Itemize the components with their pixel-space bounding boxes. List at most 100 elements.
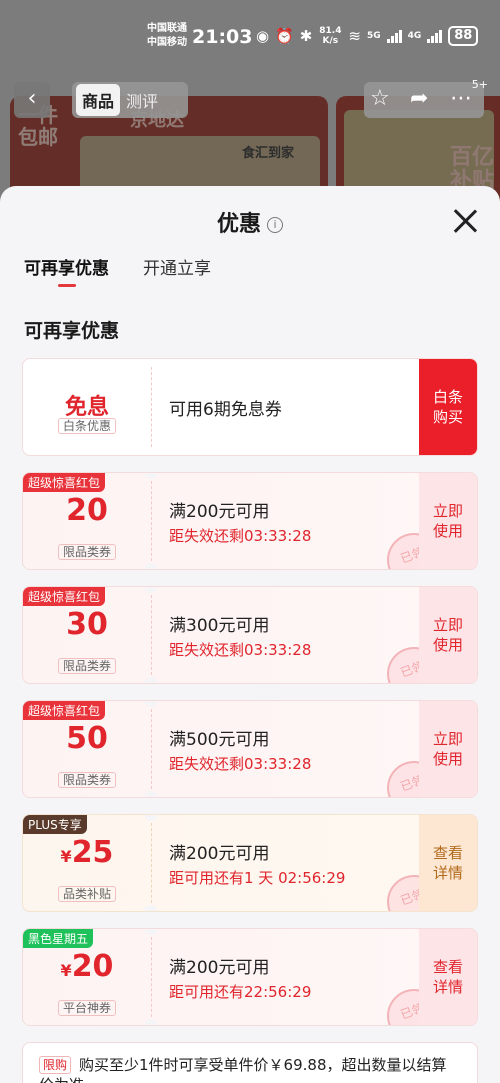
tab-available-discounts[interactable]: 可再享优惠 [24,254,109,287]
coupon-divider [151,595,152,675]
coupon-amount: ¥20 [23,949,151,984]
coupon-timer: 距失效还剩03:33:28 [169,755,312,773]
use-now-button[interactable]: 立即 使用 [419,473,477,569]
carrier-2: 中国移动 [147,37,187,48]
coupon-notch [144,815,158,821]
coupon-condition: 满200元可用 [169,958,270,978]
tab-review[interactable]: 测评 [120,84,164,116]
coupon-tag: 黑色星期五 [23,929,94,948]
coupon-notch [144,563,158,569]
coupon-amount: 30 [66,607,108,642]
coupon-condition: 满200元可用 [169,502,270,522]
message-badge: 5+ [471,78,488,91]
top-actions: ☆ ➦ ⋯ 5+ [364,78,488,118]
coupon-tag: 超级惊喜红包 [23,473,106,492]
clock: 21:03 [192,26,253,48]
view-details-button[interactable]: 查看 详情 [419,815,477,911]
tab-goods[interactable]: 商品 [76,84,121,116]
coupon-notch [144,929,158,935]
coupon-notch [144,701,158,707]
coupon-sub-label: 限品类券 [57,658,116,674]
coupon-card-black-friday[interactable]: 黑色星期五 ¥20 平台神券 满200元可用 距可用还有22:56:29 已领 … [22,928,478,1026]
back-button[interactable]: ‹ [14,82,50,118]
coupon-condition: 满500元可用 [169,730,270,750]
sheet-title: 优惠 i [0,206,500,238]
status-bar: 中国联通 中国移动 21:03 ◉ ⏰ ✱ 81.4 K/s ≋ 5G 4G 8… [0,18,500,58]
limit-text: 购买至少1件时可享受单件价￥69.88，超出数量以结算价为准 [39,1056,447,1083]
coupon-notch [144,1019,158,1025]
coupon-notch [144,473,158,479]
coupon-condition: 可用6期免息券 [169,400,282,420]
purchase-limit-notice: 限购购买至少1件时可享受单件价￥69.88，超出数量以结算价为准 [22,1042,478,1083]
signal-icon-2 [427,29,443,43]
sheet-tabs: 可再享优惠 开通立享 [24,254,211,287]
net-label-4g: 4G [407,31,422,41]
star-icon[interactable]: ☆ [370,86,390,111]
more-icon[interactable]: ⋯ [450,86,472,111]
coupon-amount-value: 25 [71,835,114,870]
coupon-sub: 限品类券 [23,769,151,788]
status-icons: ◉ ⏰ ✱ 81.4 K/s ≋ 5G 4G 88 [256,26,479,46]
coupon-sub: 白条优惠 [23,415,151,434]
tab-activate-to-enjoy[interactable]: 开通立享 [143,254,211,279]
info-icon[interactable]: i [267,217,283,233]
coupon-timer: 距可用还有22:56:29 [169,983,312,1001]
coupon-divider [151,823,152,903]
wifi-icon: ≋ [348,27,361,45]
coupon-tag: 超级惊喜红包 [23,701,106,720]
coupon-tag: 超级惊喜红包 [23,587,106,606]
coupon-amount-value: 20 [71,949,114,984]
coupon-sub-label: 平台神券 [57,1000,116,1016]
eye-icon: ◉ [256,27,270,45]
chevron-left-icon: ‹ [27,86,37,111]
coupon-divider [151,709,152,789]
coupon-condition: 满200元可用 [169,844,270,864]
coupon-amount: 50 [66,721,108,756]
use-now-button[interactable]: 立即 使用 [419,587,477,683]
signal-icon-1 [386,29,402,43]
coupon-divider [151,481,152,561]
coupon-sub: 品类补贴 [23,883,151,902]
carrier-1: 中国联通 [147,23,187,34]
currency-symbol: ¥ [60,961,72,980]
coupon-card[interactable]: 超级惊喜红包 50 限品类券 满500元可用 距失效还剩03:33:28 已领 … [22,700,478,798]
alarm-icon: ⏰ [275,27,294,45]
coupon-notch [144,905,158,911]
discount-sheet: 优惠 i 可再享优惠 开通立享 可再享优惠 免息 白条优惠 可用6期免息券 白条 … [0,186,500,1083]
coupon-notch [144,677,158,683]
view-details-button[interactable]: 查看 详情 [419,929,477,1025]
coupon-sub-label: 限品类券 [57,772,116,788]
coupon-sub-label: 品类补贴 [57,886,116,902]
coupon-notch [144,587,158,593]
limit-tag: 限购 [39,1056,72,1074]
coupon-notch [144,791,158,797]
coupon-sub: 限品类券 [23,655,151,674]
coupon-amount: 20 [66,493,108,528]
coupon-sub: 平台神券 [23,997,151,1016]
close-icon[interactable] [450,206,480,236]
coupon-timer: 距可用还有1 天 02:56:29 [169,869,346,887]
coupon-timer: 距失效还剩03:33:28 [169,641,312,659]
sheet-title-text: 优惠 [216,212,261,237]
coupon-divider [151,367,152,447]
net-speed: 81.4 K/s [319,26,342,46]
coupon-left: 免息 白条优惠 [23,359,151,455]
battery-icon: 88 [448,26,479,46]
coupon-timer: 距失效还剩03:33:28 [169,527,312,545]
coupon-divider [151,937,152,1017]
bluetooth-icon: ✱ [299,27,313,45]
share-icon[interactable]: ➦ [410,86,428,111]
coupon-card-interest-free[interactable]: 免息 白条优惠 可用6期免息券 白条 购买 [22,358,478,456]
coupon-sub: 限品类券 [23,541,151,560]
coupon-card-plus[interactable]: PLUS专享 ¥25 品类补贴 满200元可用 距可用还有1 天 02:56:2… [22,814,478,912]
carrier-names: 中国联通 中国移动 [147,22,187,50]
baitiao-buy-button[interactable]: 白条 购买 [419,359,477,455]
coupon-sub-label: 白条优惠 [57,418,116,434]
coupon-amount: ¥25 [23,835,151,870]
product-tabs: 商品 测评 [72,82,188,118]
coupon-card[interactable]: 超级惊喜红包 20 限品类券 满200元可用 距失效还剩03:33:28 已领 … [22,472,478,570]
use-now-button[interactable]: 立即 使用 [419,701,477,797]
coupon-card[interactable]: 超级惊喜红包 30 限品类券 满300元可用 距失效还剩03:33:28 已领 … [22,586,478,684]
section-title: 可再享优惠 [24,320,120,342]
coupon-condition: 满300元可用 [169,616,270,636]
